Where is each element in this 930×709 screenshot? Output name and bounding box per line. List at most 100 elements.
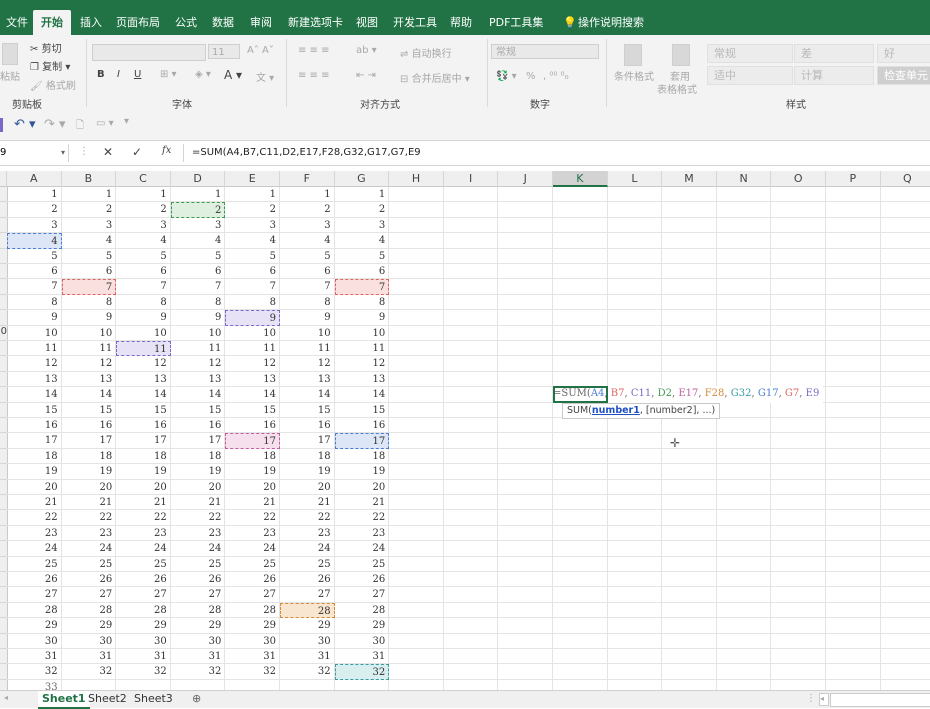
cell-e5[interactable]: 5 bbox=[225, 248, 280, 264]
cell-o15[interactable] bbox=[771, 402, 826, 418]
cell-o3[interactable] bbox=[771, 217, 826, 234]
cell-o13[interactable] bbox=[771, 371, 826, 388]
cell-b26[interactable]: 26 bbox=[61, 572, 117, 588]
cell-h2[interactable] bbox=[389, 202, 444, 218]
cell-e18[interactable]: 18 bbox=[225, 448, 280, 465]
cell-m21[interactable] bbox=[662, 495, 717, 511]
cell-j16[interactable] bbox=[498, 418, 553, 434]
cell-k32[interactable] bbox=[553, 664, 608, 680]
cell-g15[interactable]: 15 bbox=[334, 402, 390, 418]
cell-f9[interactable]: 9 bbox=[280, 310, 335, 326]
cell-h8[interactable] bbox=[389, 294, 444, 311]
scroll-options-icon[interactable]: ⋮ bbox=[806, 693, 816, 704]
wrap-text-button[interactable]: ⇌ 自动换行 bbox=[400, 45, 452, 60]
cell-q13[interactable] bbox=[880, 372, 930, 388]
cell-b17[interactable]: 17 bbox=[61, 433, 117, 449]
cell-q14[interactable] bbox=[880, 387, 930, 403]
cell-n33[interactable] bbox=[717, 679, 772, 690]
cell-f14[interactable]: 14 bbox=[280, 387, 335, 403]
cell-a13[interactable]: 13 bbox=[7, 371, 62, 388]
cell-i29[interactable] bbox=[443, 618, 499, 634]
cell-e23[interactable]: 23 bbox=[225, 525, 280, 542]
cell-d21[interactable]: 21 bbox=[170, 495, 226, 511]
cell-m10[interactable] bbox=[662, 325, 717, 341]
cell-h4[interactable] bbox=[389, 233, 444, 249]
cell-i3[interactable] bbox=[443, 217, 499, 234]
cell-o23[interactable] bbox=[771, 525, 826, 542]
cell-k9[interactable] bbox=[553, 310, 608, 326]
cell-l9[interactable] bbox=[607, 310, 663, 326]
column-header-p[interactable]: P bbox=[826, 171, 881, 187]
tell-me-search[interactable]: 操作说明搜索 bbox=[570, 10, 652, 35]
referenced-cell-a4[interactable]: 4 bbox=[7, 233, 62, 249]
cell-i1[interactable] bbox=[443, 187, 499, 203]
cell-g19[interactable]: 19 bbox=[334, 464, 390, 480]
cell-n32[interactable] bbox=[716, 664, 772, 680]
cell-o28[interactable] bbox=[771, 602, 826, 619]
cell-n16[interactable] bbox=[716, 418, 772, 434]
cell-k10[interactable] bbox=[553, 325, 608, 341]
cell-c8[interactable]: 8 bbox=[116, 294, 171, 311]
tab-page-layout[interactable]: 页面布局 bbox=[108, 10, 168, 35]
cell-g1[interactable]: 1 bbox=[334, 187, 390, 203]
cell-m19[interactable] bbox=[662, 464, 717, 480]
cell-c21[interactable]: 21 bbox=[116, 495, 171, 511]
cell-p23[interactable] bbox=[826, 525, 881, 542]
column-header-m[interactable]: M bbox=[662, 171, 717, 187]
cell-i32[interactable] bbox=[443, 664, 499, 680]
cell-i30[interactable] bbox=[443, 633, 499, 649]
cell-e7[interactable]: 7 bbox=[225, 279, 280, 295]
cell-b6[interactable]: 6 bbox=[61, 264, 117, 280]
cell-a14[interactable]: 14 bbox=[7, 387, 62, 403]
cell-o25[interactable] bbox=[771, 556, 826, 572]
cell-c2[interactable]: 2 bbox=[116, 202, 171, 218]
cell-b3[interactable]: 3 bbox=[61, 217, 117, 234]
cell-j20[interactable] bbox=[498, 479, 553, 495]
cell-n4[interactable] bbox=[716, 233, 772, 249]
cell-d28[interactable]: 28 bbox=[170, 602, 226, 619]
cell-k18[interactable] bbox=[553, 448, 608, 465]
cell-l28[interactable] bbox=[607, 602, 663, 619]
cell-f32[interactable]: 32 bbox=[280, 664, 335, 680]
cell-g22[interactable]: 22 bbox=[334, 510, 390, 526]
cell-c7[interactable]: 7 bbox=[116, 279, 171, 295]
cell-c24[interactable]: 24 bbox=[116, 541, 171, 557]
cell-e22[interactable]: 22 bbox=[225, 510, 280, 526]
cell-i11[interactable] bbox=[443, 341, 499, 357]
cell-a8[interactable]: 8 bbox=[7, 294, 62, 311]
cell-g26[interactable]: 26 bbox=[334, 572, 390, 588]
cell-g3[interactable]: 3 bbox=[334, 217, 390, 234]
cell-e12[interactable]: 12 bbox=[225, 356, 280, 372]
cell-d29[interactable]: 29 bbox=[170, 618, 226, 634]
cell-g5[interactable]: 5 bbox=[334, 248, 390, 264]
cell-q6[interactable] bbox=[880, 264, 930, 280]
font-color-icon[interactable]: A ▾ bbox=[224, 68, 242, 82]
cell-d15[interactable]: 15 bbox=[170, 402, 226, 418]
cell-i7[interactable] bbox=[443, 279, 499, 295]
cell-g31[interactable]: 31 bbox=[334, 649, 390, 665]
cell-g21[interactable]: 21 bbox=[334, 495, 390, 511]
cell-f27[interactable]: 27 bbox=[280, 587, 335, 603]
cell-m24[interactable] bbox=[662, 541, 717, 557]
cell-e20[interactable]: 20 bbox=[225, 479, 280, 495]
cell-a29[interactable]: 29 bbox=[7, 618, 62, 634]
cell-j31[interactable] bbox=[498, 649, 553, 665]
undo-icon[interactable]: ↶ ▾ bbox=[14, 117, 36, 132]
cell-j5[interactable] bbox=[498, 248, 553, 264]
referenced-cell-d2[interactable]: 2 bbox=[170, 202, 226, 218]
cell-q2[interactable] bbox=[880, 202, 930, 218]
cell-j3[interactable] bbox=[498, 217, 553, 234]
cell-b5[interactable]: 5 bbox=[61, 248, 117, 264]
cell-l7[interactable] bbox=[607, 279, 663, 295]
cell-g29[interactable]: 29 bbox=[334, 618, 390, 634]
cell-m3[interactable] bbox=[662, 217, 717, 234]
cell-a11[interactable]: 11 bbox=[7, 341, 62, 357]
cell-d3[interactable]: 3 bbox=[170, 217, 226, 234]
cell-l22[interactable] bbox=[607, 510, 663, 526]
cell-q29[interactable] bbox=[880, 618, 930, 634]
cell-q7[interactable] bbox=[880, 279, 930, 295]
cell-l3[interactable] bbox=[607, 217, 663, 234]
cell-c31[interactable]: 31 bbox=[116, 649, 171, 665]
cell-b19[interactable]: 19 bbox=[61, 464, 117, 480]
cell-e13[interactable]: 13 bbox=[225, 371, 280, 388]
